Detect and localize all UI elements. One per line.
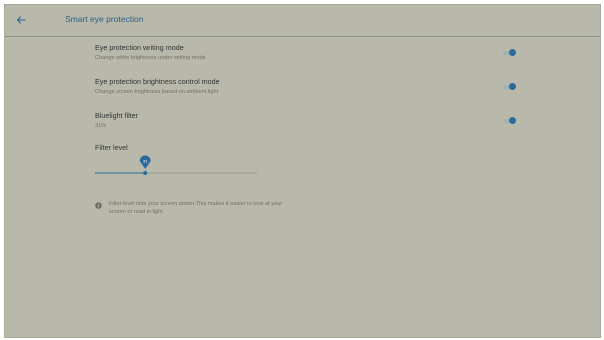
slider-graphic: 31 [95,155,257,175]
slider-thumb [143,171,148,175]
setting-title: Eye protection brightness control mode [95,77,220,86]
app-bar: Smart eye protection [5,5,600,37]
setting-subtitle: Change screen brightness based on ambien… [95,89,219,95]
toggle-knob [509,117,516,124]
setting-brightness-control: Eye protection brightness control mode C… [95,77,525,103]
setting-title: Bluelight filter [95,111,139,120]
writing-mode-toggle[interactable] [503,49,517,57]
setting-bluelight-filter: Bluelight filter 31% [95,111,525,137]
setting-subtitle: 31% [95,123,107,129]
setting-subtitle: Change white brightness under writing mo… [95,55,206,61]
back-button[interactable] [14,13,28,27]
page-title: Smart eye protection [65,14,144,24]
setting-writing-mode: Eye protection writing mode Change white… [95,43,525,69]
slider-value-bubble: 31 [139,155,151,169]
toggle-knob [509,83,516,90]
smart-eye-protection-screen: Smart eye protection Eye protection writ… [4,4,601,338]
brightness-control-toggle[interactable] [503,83,517,91]
filter-level-slider[interactable]: 31 [95,153,257,179]
bubble-value: 31 [143,159,148,164]
info-text: Filter level tints your screen amber.Thi… [109,201,283,215]
toggle-knob [509,49,516,56]
filter-level-label: Filter level [95,143,128,152]
bluelight-filter-toggle[interactable] [503,117,517,125]
arrow-left-icon [16,16,26,24]
info-circle-icon [95,202,102,209]
setting-title: Eye protection writing mode [95,43,184,52]
